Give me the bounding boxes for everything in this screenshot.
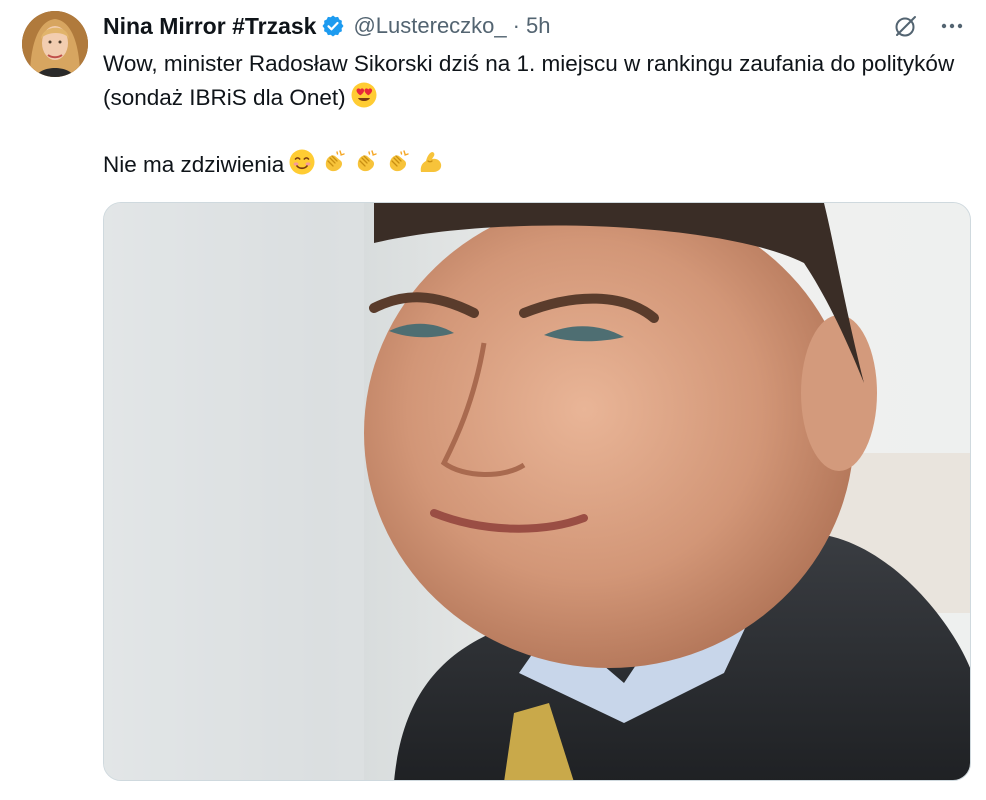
tweet-text-line-2: Nie ma zdziwienia xyxy=(103,148,963,182)
flexed-biceps-emoji-icon xyxy=(416,148,444,176)
separator-dot: · xyxy=(512,13,520,38)
grok-icon[interactable] xyxy=(892,12,920,40)
clapping-hands-emoji-icon xyxy=(352,148,380,176)
avatar[interactable] xyxy=(22,11,88,77)
smiling-face-emoji-icon xyxy=(288,148,316,176)
author-handle[interactable]: @Lustereczko_ xyxy=(353,13,506,39)
timestamp[interactable]: 5h xyxy=(526,13,550,39)
clapping-hands-emoji-icon xyxy=(384,148,412,176)
verified-badge-icon xyxy=(321,14,345,38)
author-name[interactable]: Nina Mirror #Trzask xyxy=(103,13,316,40)
tweet-text-line-1: Wow, minister Radosław Sikorski dziś na … xyxy=(103,47,963,115)
tweet[interactable]: Nina Mirror #Trzask @Lustereczko_ · 5h W… xyxy=(0,0,986,800)
tweet-text-content-1: Wow, minister Radosław Sikorski dziś na … xyxy=(103,51,955,110)
header-actions xyxy=(892,12,966,40)
tweet-photo[interactable] xyxy=(103,202,971,781)
more-icon[interactable] xyxy=(938,12,966,40)
tweet-text: Wow, minister Radosław Sikorski dziś na … xyxy=(103,47,963,182)
clapping-hands-emoji-icon xyxy=(320,148,348,176)
heart-eyes-emoji-icon xyxy=(350,81,378,109)
tweet-text-content-2: Nie ma zdziwienia xyxy=(103,152,285,177)
tweet-header: Nina Mirror #Trzask @Lustereczko_ · 5h xyxy=(103,10,550,42)
